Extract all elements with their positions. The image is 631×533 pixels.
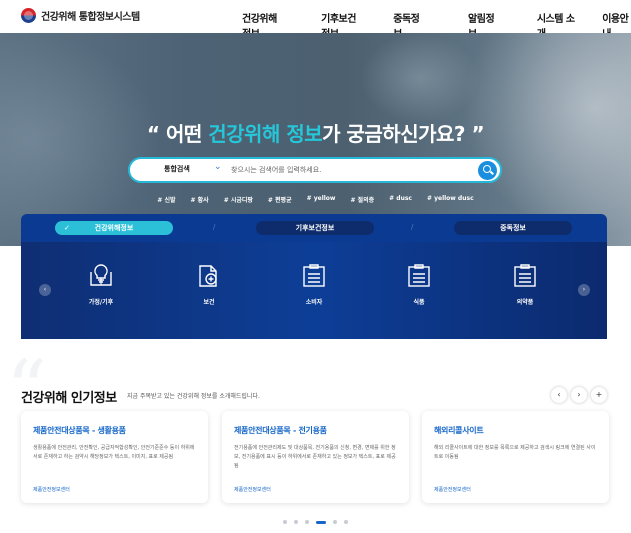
section-subtitle: 지금 주목받고 있는 건강위해 정보를 소개해드립니다. <box>127 393 260 400</box>
pagination-dot[interactable] <box>294 520 298 524</box>
medicine-board-icon <box>514 264 536 287</box>
page: { "header": { "logo_text": "건강위해 통합정보시스템… <box>0 0 631 533</box>
consumer-board-icon <box>303 264 325 287</box>
category-item-consumer[interactable]: 소비자 <box>284 262 344 306</box>
hashtag-link[interactable]: # dusc <box>389 195 412 204</box>
category-label: 가정/기후 <box>88 299 114 306</box>
lightbulb-book-icon <box>90 264 112 286</box>
hashtag-link[interactable]: # 편평균 <box>268 195 292 204</box>
hashtag-link[interactable]: # yellow <box>307 195 336 204</box>
card-source-link[interactable]: 제품안전정보센터 <box>33 486 198 493</box>
slider-pagination <box>0 520 631 524</box>
hashtag-link[interactable]: # 신발 <box>157 195 175 204</box>
headline-highlight: 건강위해 정보 <box>208 122 323 146</box>
prev-slide-button[interactable]: ‹ <box>551 387 567 403</box>
site-header: 건강위해 통합정보시스템 건강위해정보 기후보건정보 중독정보 알림정보 시스템… <box>0 0 631 40</box>
card-title: 제품안전대상품목 - 생활용품 <box>33 426 126 435</box>
search-bar: 통합검색 ⌄ <box>128 157 502 183</box>
tab-climate-health[interactable]: 기후보건정보 <box>256 221 374 235</box>
tab-health-hazard[interactable]: ✓ 건강위해정보 <box>55 221 173 235</box>
pagination-dot[interactable] <box>333 520 337 524</box>
hashtag-link[interactable]: # 황사 <box>191 195 209 204</box>
category-panel: ‹ › 가정/기후 보건 소비자 식품 의약품 <box>21 242 607 339</box>
prev-arrow-button[interactable]: ‹ <box>39 284 51 296</box>
headline-text: “ 어떤 <box>146 122 209 146</box>
pagination-dot-active[interactable] <box>316 520 326 524</box>
tab-divider: / <box>213 223 216 231</box>
category-item-health[interactable]: 보건 <box>179 262 239 306</box>
category-label: 식품 <box>413 299 425 306</box>
category-label: 소비자 <box>305 299 323 306</box>
tab-label: 기후보건정보 <box>295 224 335 232</box>
popular-tags: # 신발 # 황사 # 시금디팡 # 편평균 # yellow # 절의증 # … <box>0 195 631 204</box>
pagination-dot[interactable] <box>344 520 348 524</box>
category-item-home-climate[interactable]: 가정/기후 <box>71 262 131 306</box>
info-card[interactable]: 해외리콜사이트 해외 리콜사이트에 대한 정보를 목록으로 제공하고 검색시 링… <box>422 411 609 503</box>
card-title: 해외리콜사이트 <box>434 426 484 435</box>
government-emblem-icon <box>21 8 36 23</box>
tab-poisoning[interactable]: 중독정보 <box>454 221 572 235</box>
hashtag-link[interactable]: # yellow dusc <box>427 195 474 204</box>
card-title: 제품안전대상품목 - 전기용품 <box>234 426 327 435</box>
card-description: 생활용품에 안전관리, 안전확인, 공급자적합성확인, 안전기준준수 등이 하위… <box>33 445 195 460</box>
category-label: 의약품 <box>516 299 534 306</box>
hashtag-link[interactable]: # 시금디팡 <box>224 195 253 204</box>
search-button[interactable] <box>478 161 497 180</box>
check-icon: ✓ <box>64 224 70 232</box>
pagination-dot[interactable] <box>305 520 309 524</box>
card-description: 해외 리콜사이트에 대한 정보를 목록으로 제공하고 검색시 링크에 연결된 사… <box>434 445 596 460</box>
medical-folder-icon <box>199 265 217 287</box>
card-source-link[interactable]: 제품안전정보센터 <box>434 486 599 493</box>
tab-label: 건강위해정보 <box>94 224 134 232</box>
card-source-link[interactable]: 제품안전정보센터 <box>234 486 399 493</box>
category-item-food[interactable]: 식품 <box>389 262 449 306</box>
hero-headline: “ 어떤 건강위해 정보가 궁금하신가요? ” <box>0 118 631 147</box>
search-input[interactable] <box>231 163 456 177</box>
food-board-icon <box>408 264 430 287</box>
site-logo[interactable]: 건강위해 통합정보시스템 <box>21 8 140 23</box>
chevron-down-icon[interactable]: ⌄ <box>214 162 222 172</box>
section-title: 건강위해 인기정보 <box>21 391 117 406</box>
tab-divider: / <box>411 223 414 231</box>
category-label: 보건 <box>203 299 215 306</box>
headline-text: 가 궁금하신가요? ” <box>322 122 485 146</box>
card-description: 전기용품에 안전관리제도 및 대상품목, 전기용품의 신청, 변경, 면제를 위… <box>234 445 396 469</box>
category-tabs: ✓ 건강위해정보 / 기후보건정보 / 중독정보 <box>21 214 607 242</box>
category-item-medicine[interactable]: 의약품 <box>495 262 555 306</box>
info-card[interactable]: 제품안전대상품목 - 전기용품 전기용품에 안전관리제도 및 대상품목, 전기용… <box>222 411 409 503</box>
next-arrow-button[interactable]: › <box>578 284 590 296</box>
logo-text: 건강위해 통합정보시스템 <box>41 12 140 23</box>
info-card[interactable]: 제품안전대상품목 - 생활용품 생활용품에 안전관리, 안전확인, 공급자적합성… <box>21 411 208 503</box>
pagination-dot[interactable] <box>283 520 287 524</box>
next-slide-button[interactable]: › <box>571 387 587 403</box>
more-button[interactable]: + <box>591 387 607 403</box>
tab-label: 중독정보 <box>500 224 526 232</box>
hashtag-link[interactable]: # 절의증 <box>350 195 374 204</box>
search-scope-select[interactable]: 통합검색 <box>164 164 190 174</box>
